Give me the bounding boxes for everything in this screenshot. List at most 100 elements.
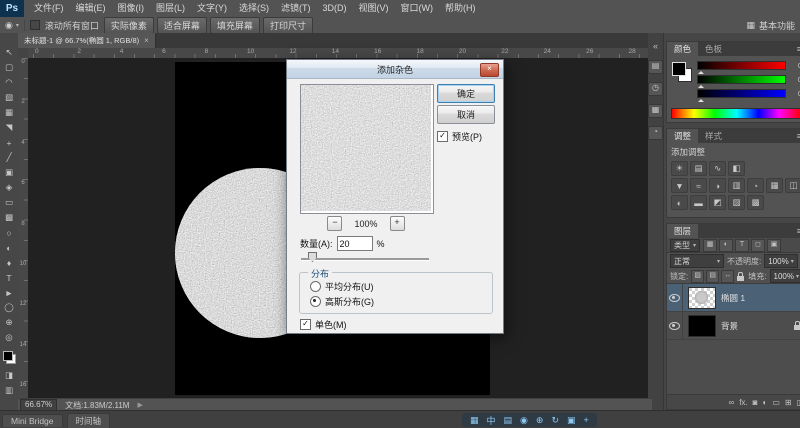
menu-item[interactable]: 文字(Y) bbox=[191, 0, 233, 17]
tool-button[interactable]: ◠ bbox=[1, 75, 17, 90]
preview-checkbox[interactable]: ✓ bbox=[437, 131, 448, 142]
collapsed-panel-icon[interactable]: ▦ bbox=[648, 104, 663, 118]
adjustment-icon[interactable]: ▩ bbox=[747, 195, 764, 210]
tool-button[interactable]: ▭ bbox=[1, 195, 17, 210]
tool-button[interactable]: ◈ bbox=[1, 180, 17, 195]
expand-panels-button[interactable]: « bbox=[653, 41, 658, 51]
adjustment-icon[interactable]: ▥ bbox=[728, 178, 745, 193]
amount-slider-track[interactable] bbox=[301, 258, 429, 261]
layers-action-icon[interactable]: fx. bbox=[739, 398, 747, 407]
view-option-button[interactable]: 适合屏幕 bbox=[157, 17, 207, 34]
layers-action-icon[interactable]: ▭ bbox=[772, 398, 780, 407]
ime-toolbar-icon[interactable]: ▣ bbox=[567, 415, 576, 426]
adjustment-icon[interactable]: ◔ bbox=[747, 178, 764, 193]
collapsed-panel-icon[interactable]: ◷ bbox=[648, 82, 663, 96]
adjustment-icon[interactable]: ∿ bbox=[709, 161, 726, 176]
layer-filter-icon[interactable]: ◐ bbox=[719, 239, 733, 252]
tab-swatches[interactable]: 色板 bbox=[698, 42, 729, 56]
tool-button[interactable]: ▢ bbox=[1, 60, 17, 75]
red-slider[interactable] bbox=[697, 61, 786, 70]
color-spectrum-bar[interactable] bbox=[671, 108, 800, 119]
ime-toolbar-icon[interactable]: + bbox=[584, 415, 589, 425]
menu-item[interactable]: 3D(D) bbox=[317, 0, 353, 17]
current-tool-chip[interactable]: ◉ ▾ bbox=[3, 20, 25, 31]
adjustment-icon[interactable]: ▨ bbox=[728, 195, 745, 210]
menu-item[interactable]: 视图(V) bbox=[353, 0, 395, 17]
tool-button[interactable]: ▩ bbox=[1, 210, 17, 225]
collapsed-panel-icon[interactable]: ▤ bbox=[648, 60, 663, 74]
foreground-background-swatch[interactable] bbox=[672, 62, 692, 82]
menu-item[interactable]: 窗口(W) bbox=[395, 0, 440, 17]
menu-item[interactable]: 滤镜(T) bbox=[275, 0, 317, 17]
visibility-cell[interactable] bbox=[667, 312, 683, 339]
cancel-button[interactable]: 取消 bbox=[437, 105, 495, 124]
visibility-cell[interactable] bbox=[667, 284, 683, 311]
menu-item[interactable]: 选择(S) bbox=[233, 0, 275, 17]
layer-row-background[interactable]: 背景 bbox=[667, 312, 800, 340]
adjustment-icon[interactable]: ▼ bbox=[671, 178, 688, 193]
fill-dropdown[interactable]: 100% ▾ bbox=[770, 269, 800, 283]
view-option-button[interactable]: 实际像素 bbox=[104, 17, 154, 34]
layers-action-icon[interactable]: ◙ bbox=[753, 398, 758, 407]
ime-toolbar-icon[interactable]: ▦ bbox=[470, 415, 479, 426]
tool-button[interactable]: ► bbox=[1, 285, 17, 300]
lock-option-button[interactable]: ▨ bbox=[691, 270, 704, 283]
adjustment-icon[interactable]: ◫ bbox=[785, 178, 800, 193]
lock-all-icon[interactable] bbox=[737, 276, 744, 281]
gaussian-radio[interactable] bbox=[310, 296, 321, 307]
tool-button[interactable]: ╱ bbox=[1, 150, 17, 165]
foreground-color-swatch[interactable] bbox=[3, 351, 13, 361]
menu-item[interactable]: 帮助(H) bbox=[439, 0, 482, 17]
tool-mode-button[interactable]: ▥ bbox=[1, 383, 17, 398]
layer-filter-icon[interactable]: ◻ bbox=[751, 239, 765, 252]
ok-button[interactable]: 确定 bbox=[437, 84, 495, 103]
layer-thumbnail[interactable] bbox=[688, 315, 716, 337]
uniform-radio[interactable] bbox=[310, 281, 321, 292]
layer-filter-icon[interactable]: ▦ bbox=[703, 239, 717, 252]
dialog-title-bar[interactable]: 添加杂色 × bbox=[287, 60, 503, 79]
tab-adjustments[interactable]: 调整 bbox=[667, 129, 698, 143]
zoom-out-button[interactable]: − bbox=[327, 216, 342, 231]
tab-timeline[interactable]: 时间轴 bbox=[67, 413, 111, 428]
blend-mode-dropdown[interactable]: 正常 ▾ bbox=[670, 254, 724, 268]
tab-layers[interactable]: 图层 bbox=[667, 224, 698, 238]
layer-thumbnail[interactable] bbox=[688, 287, 716, 309]
tool-button[interactable]: ⊕ bbox=[1, 315, 17, 330]
tab-mini-bridge[interactable]: Mini Bridge bbox=[2, 414, 63, 427]
lock-option-button[interactable]: ↔ bbox=[721, 270, 734, 283]
layers-action-icon[interactable]: ⊞ bbox=[785, 398, 792, 407]
document-tab[interactable]: 未标题-1 @ 66.7%(椭圆 1, RGB/8) × bbox=[18, 33, 156, 48]
amount-input[interactable] bbox=[337, 236, 373, 251]
adjustment-icon[interactable]: ◩ bbox=[709, 195, 726, 210]
foreground-color-swatch[interactable] bbox=[672, 62, 686, 76]
close-icon[interactable]: × bbox=[144, 36, 149, 45]
scroll-all-windows-checkbox[interactable] bbox=[30, 20, 40, 30]
adjustment-icon[interactable]: ◐ bbox=[671, 195, 688, 210]
tool-button[interactable]: ▧ bbox=[1, 90, 17, 105]
tool-button[interactable]: ▦ bbox=[1, 105, 17, 120]
adjustment-icon[interactable]: ▦ bbox=[766, 178, 783, 193]
ime-toolbar-icon[interactable]: ◉ bbox=[520, 415, 528, 426]
layer-filter-icon[interactable]: T bbox=[735, 239, 749, 252]
tool-button[interactable]: ◥ bbox=[1, 120, 17, 135]
adjustment-icon[interactable]: ▤ bbox=[690, 161, 707, 176]
layers-action-icon[interactable]: ▯ bbox=[797, 398, 800, 407]
adjustment-icon[interactable]: ☀ bbox=[671, 161, 688, 176]
layers-action-icon[interactable]: ◐ bbox=[762, 398, 767, 407]
layers-action-icon[interactable]: ∞ bbox=[728, 398, 734, 407]
tool-button[interactable]: ◎ bbox=[1, 330, 17, 345]
adjustment-icon[interactable]: ≈ bbox=[690, 178, 707, 193]
monochrome-checkbox[interactable]: ✓ bbox=[300, 319, 311, 330]
green-slider[interactable] bbox=[697, 75, 786, 84]
tool-button[interactable]: ◯ bbox=[1, 300, 17, 315]
adjustment-icon[interactable]: ▬ bbox=[690, 195, 707, 210]
tool-button[interactable]: ◐ bbox=[1, 240, 17, 255]
blue-value[interactable]: 0 bbox=[789, 89, 800, 98]
ime-toolbar-icon[interactable]: ▤ bbox=[504, 415, 513, 426]
layer-filter-icon[interactable]: ▣ bbox=[767, 239, 781, 252]
tool-button[interactable]: + bbox=[1, 135, 17, 150]
red-value[interactable]: 0 bbox=[789, 61, 800, 70]
menu-item[interactable]: 文件(F) bbox=[28, 0, 70, 17]
adjustment-icon[interactable]: ◑ bbox=[709, 178, 726, 193]
layer-name[interactable]: 椭圆 1 bbox=[721, 292, 745, 304]
